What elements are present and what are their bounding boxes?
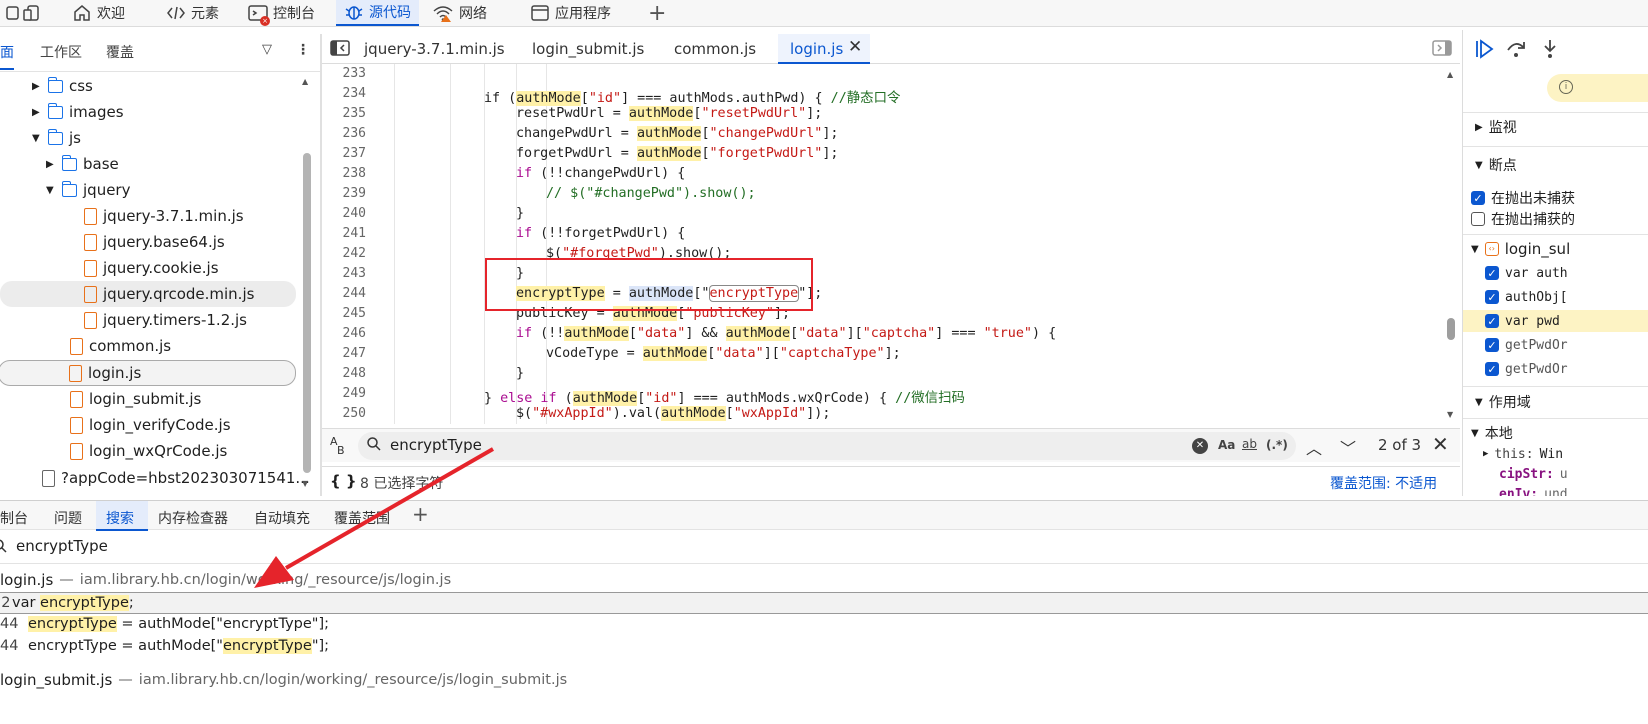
annotation-arrow [254, 447, 494, 588]
devtools-window: 欢迎 元素 × 控制台 源代码 网络 应用程序 + 面 工作区 覆盖 ▽ ⋮ ▶… [0, 0, 1648, 724]
